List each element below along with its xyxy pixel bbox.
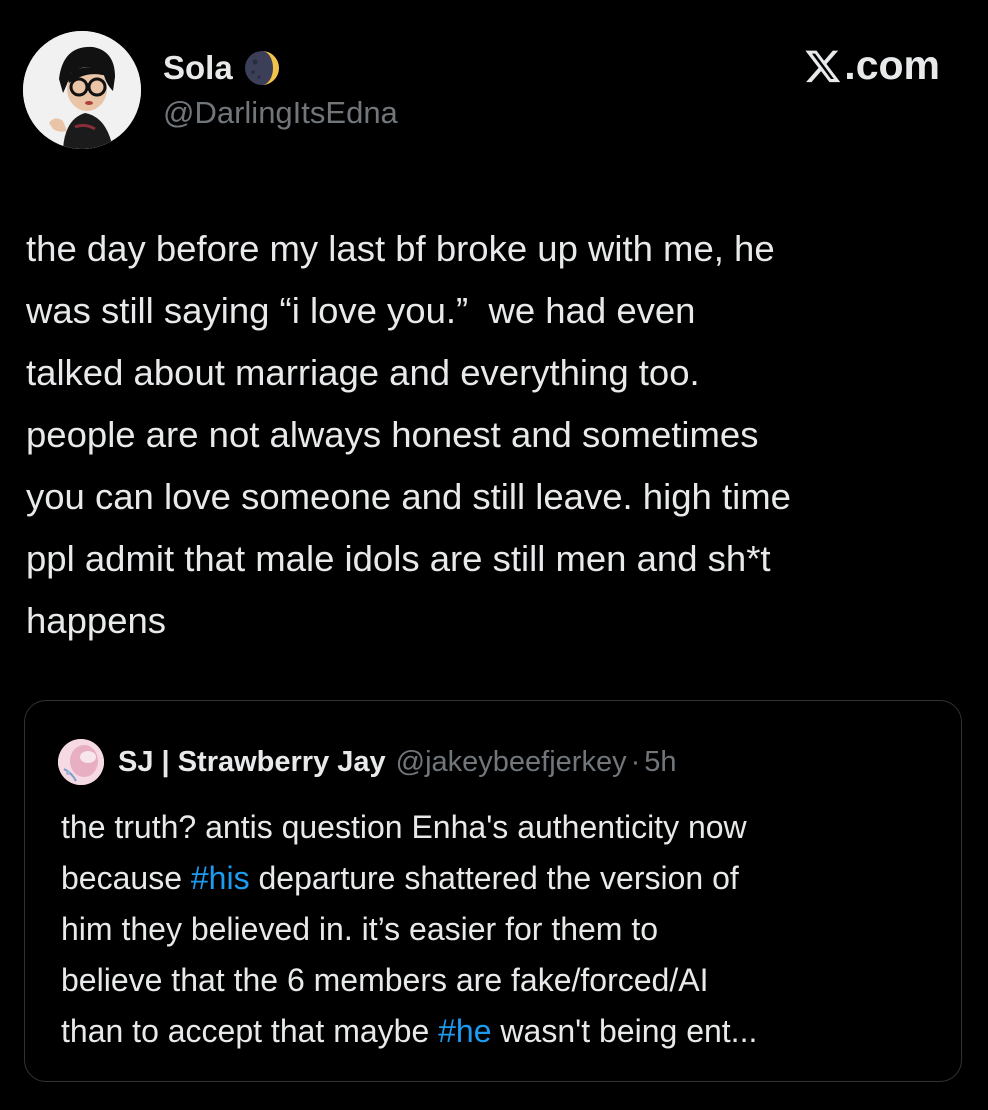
quoted-tweet-header: SJ | Strawberry Jay @jakeybeefjerkey · 5… [58, 737, 677, 787]
tweet-body-line: people are not always honest and sometim… [26, 414, 759, 455]
tweet-body-line: happens [26, 600, 167, 641]
quoted-text-segment: than to accept that maybe [61, 1013, 439, 1049]
tweet-body: the day before my last bf broke up with … [26, 218, 966, 652]
quoted-author-handle[interactable]: @jakeybeefjerkey [396, 746, 627, 779]
tweet-body-line: talked about marriage and everything too… [26, 352, 700, 393]
quoted-text-segment: him they believed in. it’s easier for th… [61, 911, 659, 947]
author-display-name[interactable]: Sola [163, 49, 233, 87]
tweet-body-line: ppl admit that male idols are still men … [26, 538, 771, 579]
quoted-body-line: believe that the 6 members are fake/forc… [61, 955, 941, 1006]
site-mark: .com [804, 42, 940, 89]
quoted-author-avatar[interactable] [58, 739, 104, 785]
crescent-moon-icon [243, 49, 281, 87]
quoted-body-line: because #his departure shattered the ver… [61, 853, 941, 904]
quoted-text-segment: believe that the 6 members are fake/forc… [61, 962, 709, 998]
quoted-tweet-card[interactable]: SJ | Strawberry Jay @jakeybeefjerkey · 5… [24, 700, 962, 1082]
quoted-post-time[interactable]: 5h [644, 746, 676, 779]
tweet-body-line: was still saying “i love you.” we had ev… [26, 290, 696, 331]
hashtag-link[interactable]: #he [438, 1013, 491, 1049]
tweet-body-line: the day before my last bf broke up with … [26, 228, 775, 269]
author-handle[interactable]: @DarlingItsEdna [163, 95, 398, 131]
tweet-body-line: you can love someone and still leave. hi… [26, 476, 791, 517]
meta-separator: · [630, 745, 641, 778]
quoted-text-segment: the truth? antis question Enha's authent… [61, 809, 747, 845]
author-avatar[interactable] [23, 31, 141, 149]
quoted-text-segment: wasn't being ent... [491, 1013, 758, 1049]
x-logo-icon [804, 47, 844, 85]
quoted-author-name[interactable]: SJ | Strawberry Jay [118, 746, 386, 779]
quoted-text-segment: departure shattered the version of [249, 860, 739, 896]
quoted-body-line: than to accept that maybe #he wasn't bei… [61, 1006, 941, 1057]
quoted-body-line: the truth? antis question Enha's authent… [61, 802, 941, 853]
site-mark-text: .com [844, 42, 940, 88]
hashtag-link[interactable]: #his [191, 860, 250, 896]
quoted-body-line: him they believed in. it’s easier for th… [61, 904, 941, 955]
quoted-text-segment: because [61, 860, 191, 896]
author-name-row: Sola [163, 45, 281, 91]
quoted-tweet-body: the truth? antis question Enha's authent… [61, 802, 941, 1057]
